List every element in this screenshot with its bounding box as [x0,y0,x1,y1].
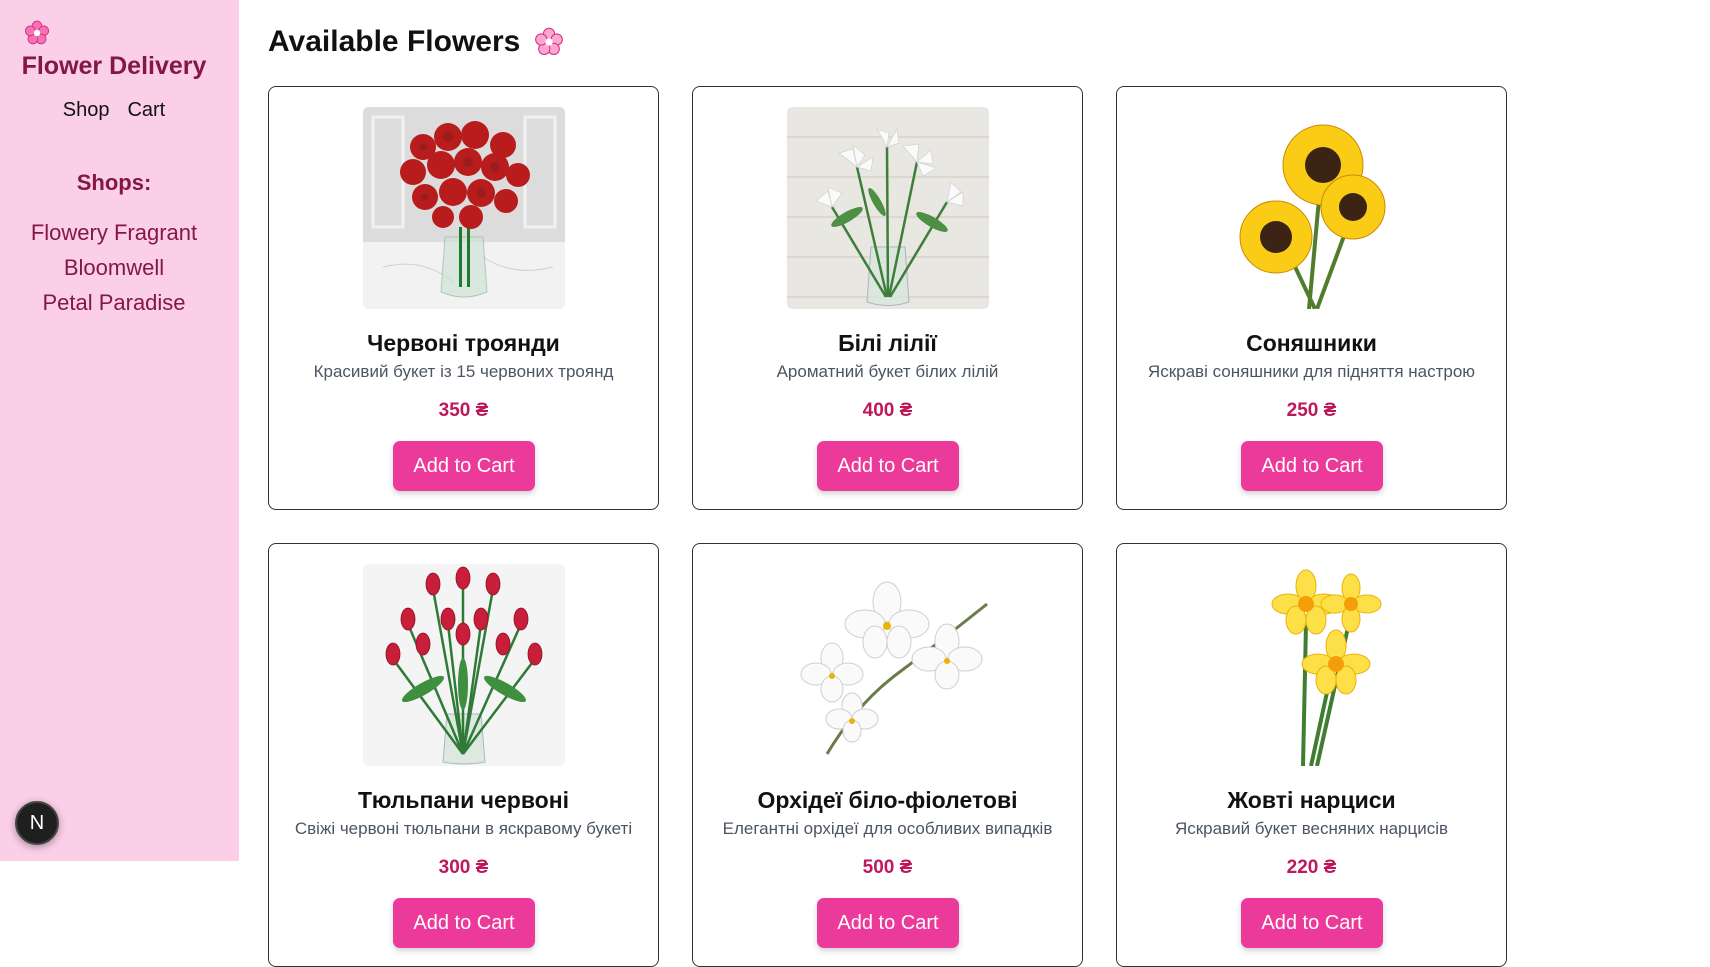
add-to-cart-button[interactable]: Add to Cart [817,898,959,948]
product-price: 350 ₴ [438,400,489,421]
flower-icon [24,20,50,45]
product-card: Білі лілії Ароматний букет білих лілій 4… [692,86,1083,510]
add-to-cart-button[interactable]: Add to Cart [393,441,535,491]
page-title: Available Flowers [268,25,564,59]
shop-list: Flowery Fragrant Bloomwell Petal Paradis… [0,215,228,320]
red-roses-image [363,107,565,309]
shops-heading: Shops: [76,170,152,195]
nextjs-dev-badge[interactable]: N [15,801,59,845]
shop-item-petal-paradise[interactable]: Petal Paradise [0,285,228,320]
product-name: Жовті нарциси [1227,787,1396,813]
page-title-text: Available Flowers [268,25,521,58]
white-orchids-image [787,564,989,766]
shop-item-flowery-fragrant[interactable]: Flowery Fragrant [0,215,228,250]
product-name: Орхідеї біло-фіолетові [757,787,1018,813]
product-description: Елегантні орхідеї для особливих випадків [722,819,1053,838]
add-to-cart-button[interactable]: Add to Cart [1241,898,1383,948]
product-price: 220 ₴ [1286,857,1337,878]
add-to-cart-button[interactable]: Add to Cart [1241,441,1383,491]
product-price: 250 ₴ [1286,400,1337,421]
product-description: Красивий букет із 15 червоних троянд [313,362,614,381]
product-description: Яскраві соняшники для підняття настрою [1147,362,1476,381]
product-card: Соняшники Яскраві соняшники для підняття… [1116,86,1507,510]
sidebar: Flower Delivery Shop Cart Shops: Flowery … [0,0,239,861]
sunflowers-image [1211,107,1413,309]
nav-shop-link[interactable]: Shop [63,99,110,121]
brand-title: Flower Delivery [21,52,207,80]
main-nav: Shop Cart [0,99,228,122]
product-price: 500 ₴ [862,857,913,878]
product-card: Жовті нарциси Яскравий букет весняних на… [1116,543,1507,967]
product-name: Соняшники [1246,330,1377,356]
shop-item-bloomwell[interactable]: Bloomwell [0,250,228,285]
product-description: Свіжі червоні тюльпани в яскравому букет… [294,819,633,838]
product-price: 300 ₴ [438,857,489,878]
nav-cart-link[interactable]: Cart [127,99,165,121]
product-name: Червоні троянди [367,330,560,356]
add-to-cart-button[interactable]: Add to Cart [393,898,535,948]
white-lilies-image [787,107,989,309]
product-description: Ароматний букет білих лілій [776,362,999,381]
product-description: Яскравий букет весняних нарцисів [1174,819,1449,838]
product-name: Тюльпани червоні [357,787,570,813]
flower-icon [535,27,564,55]
product-card: Орхідеї біло-фіолетові Елегантні орхідеї… [692,543,1083,967]
product-card: Червоні троянди Красивий букет із 15 чер… [268,86,659,510]
product-price: 400 ₴ [862,400,913,421]
product-name: Білі лілії [838,330,937,356]
yellow-daffodils-image [1211,564,1413,766]
add-to-cart-button[interactable]: Add to Cart [817,441,959,491]
product-card: Тюльпани червоні Свіжі червоні тюльпани … [268,543,659,967]
red-tulips-image [363,564,565,766]
